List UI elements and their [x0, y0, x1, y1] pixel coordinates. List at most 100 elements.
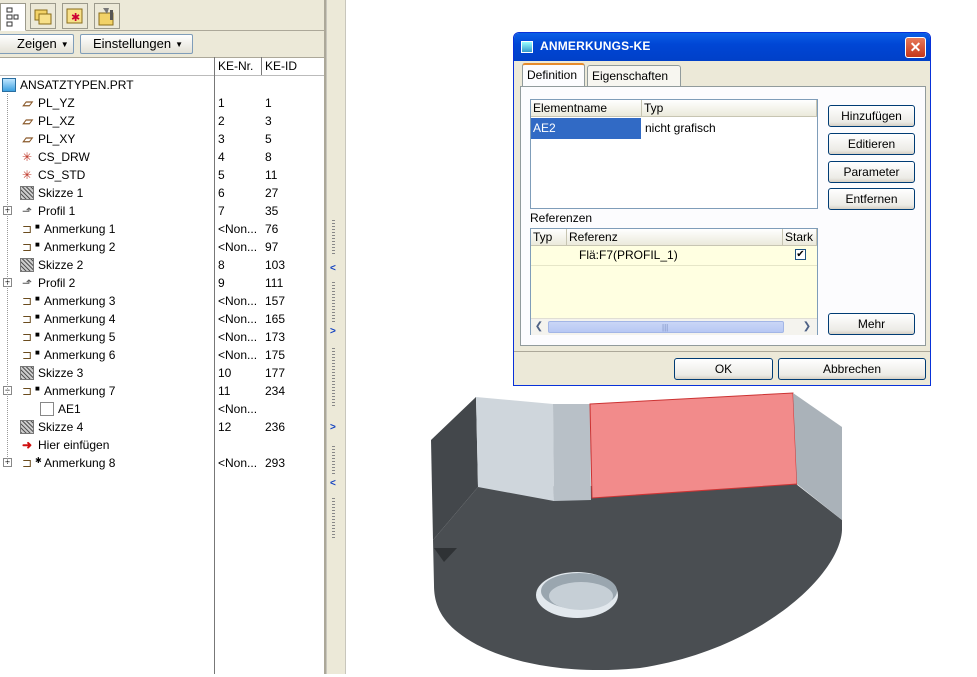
column-header-typ[interactable]: Typ [642, 100, 817, 117]
annotation-marker-icon: ■ [35, 384, 40, 393]
panel-splitter[interactable]: < > > < [326, 0, 346, 674]
horizontal-scrollbar[interactable]: ❮ ||| ❯ [531, 318, 817, 335]
definition-tab-panel: Elementname Typ AE2 nicht grafisch Refer… [520, 86, 926, 346]
tree-row[interactable]: AE1 <Non... [0, 400, 324, 418]
ke-nr-cell: <Non... [218, 456, 258, 470]
expand-right-arrow-icon[interactable]: > [330, 326, 336, 337]
model-top-face-middle[interactable] [553, 404, 591, 501]
ke-nr-cell: 12 [218, 420, 232, 434]
element-type-cell-wrapper[interactable]: nicht grafisch [641, 118, 817, 139]
model-top-face-left[interactable] [476, 397, 554, 501]
column-header-ke-nr[interactable]: KE-Nr. [218, 58, 253, 74]
splitter-grip[interactable] [332, 498, 335, 538]
parameters-button[interactable]: Parameter [828, 161, 915, 183]
tree-row[interactable]: ▱ PL_YZ 1 1 [0, 94, 324, 112]
tree-row[interactable]: ✳ CS_STD 5 11 [0, 166, 324, 184]
column-header-elementname[interactable]: Elementname [531, 100, 642, 117]
scrollbar-thumb[interactable]: ||| [548, 321, 784, 333]
ke-id-cell: 35 [265, 204, 279, 218]
tree-row[interactable]: ✳ CS_DRW 4 8 [0, 148, 324, 166]
ke-nr-cell: <Non... [218, 312, 258, 326]
tree-row[interactable]: + ⬏ Profil 1 7 35 [0, 202, 324, 220]
add-button[interactable]: Hinzufügen [828, 105, 915, 127]
collapse-left-arrow-icon[interactable]: < [330, 478, 336, 489]
tree-row[interactable]: + ⊐ ✱ Anmerkung 8 <Non... 293 [0, 454, 324, 472]
tree-item-label: CS_DRW [38, 150, 90, 164]
profile-icon: ⬏ [21, 276, 33, 290]
tree-column-header: KE-Nr. KE-ID [0, 57, 326, 76]
ke-nr-cell: 6 [218, 186, 225, 200]
tree-row[interactable]: Skizze 4 12 236 [0, 418, 324, 436]
ke-nr-cell: <Non... [218, 330, 258, 344]
tree-row[interactable]: ⊐ ■ Anmerkung 4 <Non... 165 [0, 310, 324, 328]
tree-item-label: Hier einfügen [38, 438, 110, 452]
tab-label: Definition [527, 68, 578, 82]
tree-row[interactable]: ▱ PL_XY 3 5 [0, 130, 324, 148]
edit-button[interactable]: Editieren [828, 133, 915, 155]
tree-row[interactable]: ▱ PL_XZ 2 3 [0, 112, 324, 130]
column-header-typ[interactable]: Typ [531, 229, 567, 246]
ke-nr-cell: <Non... [218, 348, 258, 362]
chevron-down-icon: ▼ [175, 40, 183, 49]
tree-row[interactable]: Skizze 2 8 103 [0, 256, 324, 274]
ok-button[interactable]: OK [674, 358, 773, 380]
scroll-left-arrow-icon[interactable]: ❮ [532, 320, 546, 334]
tab-properties[interactable]: Eigenschaften [587, 65, 681, 87]
tree-row[interactable]: ➜ Hier einfügen [0, 436, 324, 454]
tree-item-label: CS_STD [38, 168, 86, 182]
favorites-tab[interactable]: ✱ [62, 3, 88, 29]
column-header-ke-id[interactable]: KE-ID [265, 58, 297, 74]
table-row[interactable]: Flä:F7(PROFIL_1) ✔ [531, 246, 817, 266]
tree-row[interactable]: ⊐ ■ Anmerkung 6 <Non... 175 [0, 346, 324, 364]
show-dropdown-button[interactable]: Zeigen ▼ [0, 34, 74, 54]
annotation-marker-icon: ■ [35, 348, 40, 357]
cancel-button[interactable]: Abbrechen [778, 358, 926, 380]
tree-row[interactable]: ⊐ ■ Anmerkung 1 <Non... 76 [0, 220, 324, 238]
strong-checkbox[interactable]: ✔ [795, 249, 806, 260]
expand-right-arrow-icon[interactable]: > [330, 422, 336, 433]
elements-list[interactable]: Elementname Typ AE2 nicht grafisch [530, 99, 818, 209]
tree-item-label: ANSATZTYPEN.PRT [20, 78, 134, 92]
ke-nr-cell: <Non... [218, 402, 258, 416]
splitter-grip[interactable] [332, 446, 335, 476]
tab-definition[interactable]: Definition [522, 63, 585, 87]
datum-plane-icon: ▱ [22, 114, 32, 128]
tree-row[interactable]: ⊐ ■ Anmerkung 3 <Non... 157 [0, 292, 324, 310]
model-tree-tab[interactable] [0, 3, 26, 31]
ke-id-cell: 175 [265, 348, 286, 362]
references-list[interactable]: Typ Referenz Stark Flä:F7(PROFIL_1) ✔ ❮ … [530, 228, 818, 335]
ke-id-cell: 27 [265, 186, 279, 200]
more-button[interactable]: Mehr [828, 313, 915, 335]
part-icon [2, 78, 16, 92]
column-header-stark[interactable]: Stark [783, 229, 817, 246]
edit-button-label: Editieren [847, 137, 896, 151]
splitter-grip[interactable] [332, 348, 335, 408]
insert-here-arrow-icon: ➜ [21, 438, 33, 452]
settings-dropdown-button[interactable]: Einstellungen ▼ [80, 34, 193, 54]
connections-tab[interactable] [94, 3, 120, 29]
table-row[interactable]: AE2 [531, 118, 641, 139]
tree-row[interactable]: − ⊐ ■ Anmerkung 7 11 234 [0, 382, 324, 400]
tree-row[interactable]: ⊐ ■ Anmerkung 2 <Non... 97 [0, 238, 324, 256]
tree-row[interactable]: + ⬏ Profil 2 9 111 [0, 274, 324, 292]
tree-row[interactable]: ⊐ ■ Anmerkung 5 <Non... 173 [0, 328, 324, 346]
column-divider[interactable] [261, 57, 262, 75]
tree-row[interactable]: ANSATZTYPEN.PRT [0, 76, 324, 94]
tree-row[interactable]: Skizze 1 6 27 [0, 184, 324, 202]
more-button-label: Mehr [857, 317, 886, 331]
splitter-grip[interactable] [332, 282, 335, 322]
collapse-left-arrow-icon[interactable]: < [330, 263, 336, 274]
tree-item-label: Profil 1 [38, 204, 76, 218]
dialog-title-bar[interactable]: ANMERKUNGS-KE ✕ [514, 33, 930, 61]
column-header-referenz[interactable]: Referenz [567, 229, 783, 246]
folder-browser-tab[interactable] [30, 3, 56, 29]
remove-button[interactable]: Entfernen [828, 188, 915, 210]
close-button[interactable]: ✕ [905, 37, 926, 58]
highlighted-reference-surface[interactable] [589, 392, 798, 499]
ke-id-cell: 11 [265, 168, 278, 182]
scroll-right-arrow-icon[interactable]: ❯ [800, 320, 814, 334]
tree-row[interactable]: Skizze 3 10 177 [0, 364, 324, 382]
datum-plane-icon: ▱ [22, 132, 32, 146]
model-body[interactable] [433, 484, 842, 671]
splitter-grip[interactable] [332, 220, 335, 256]
